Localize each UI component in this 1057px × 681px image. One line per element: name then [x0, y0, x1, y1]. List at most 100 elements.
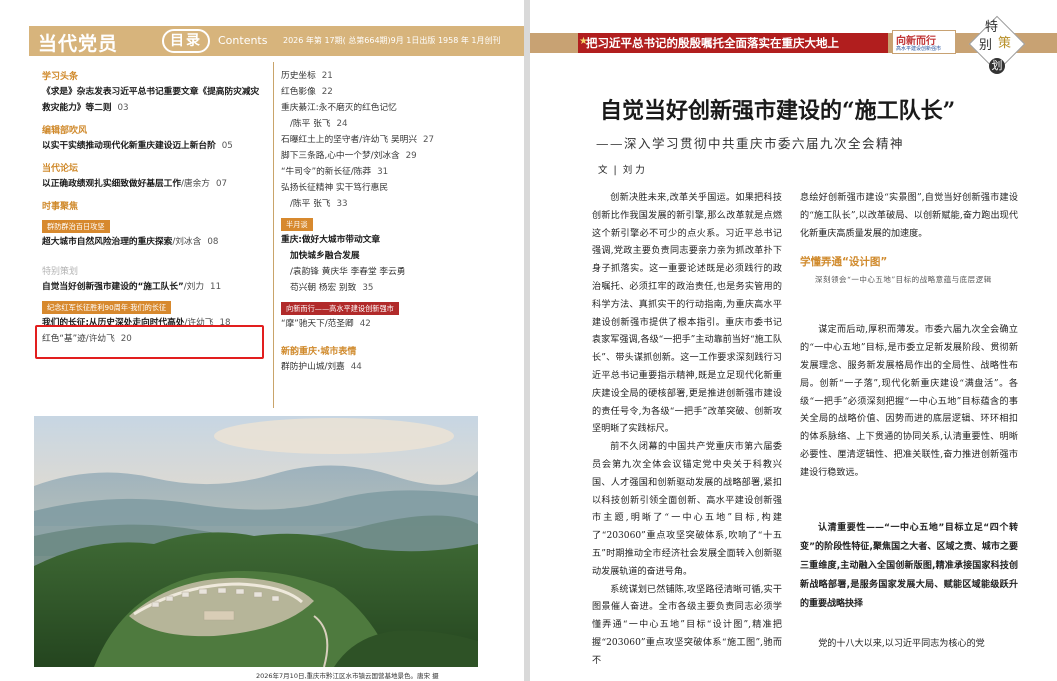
entry-author: /刘力 [183, 282, 205, 292]
entry-page: 35 [362, 283, 374, 293]
seal-char: 别 [979, 38, 993, 53]
article-page: ★ 把习近平总书记的殷殷嘱托全面落实在重庆大地上 向新而行 高水平建设创新强市 … [530, 0, 1057, 681]
entry-title: 群防护山城/刘嘉 [281, 362, 345, 372]
subsection-note: 深刻领会“一中心五地”目标的战略意蕴与底层逻辑 [815, 275, 992, 285]
toc-entry[interactable]: “牛司令”的新长征/陈莽 31 [281, 164, 516, 180]
toc-left-column: 学习头条 《求是》杂志发表习近平总书记重要文章《提高防灾减灾救灾能力》等二则 03… [42, 62, 264, 347]
topic-tag: 向新而行——高水平建设创新强市 [281, 302, 399, 315]
seal-char: 划 [989, 58, 1005, 74]
highlight-box [35, 325, 264, 359]
entry-page: 08 [207, 237, 219, 247]
seal-char: 策 [998, 36, 1012, 51]
landscape-photo [34, 416, 478, 667]
toc-entry[interactable]: 石曝红土上的坚守者/许幼飞 吴明兴 27 [281, 132, 516, 148]
entry-title: “摩”驰天下/范圣卿 [281, 319, 354, 329]
toc-entry[interactable]: 超大城市自然风险治理的重庆探索/刘冰含 08 [42, 234, 264, 250]
paragraph: 系统谋划已然铺陈,攻坚路径清晰可循,实干图景催人奋进。全市各级主要负责同志必须学… [592, 584, 782, 666]
toc-right-column: 历史坐标 21 红色影像 22 重庆綦江:永不磨灭的红色记忆 /陈平 张飞 24 石曝… [281, 68, 516, 375]
contents-label: Contents [218, 34, 268, 47]
toc-entry[interactable]: 群防护山城/刘嘉 44 [281, 359, 516, 375]
bold-lead-paragraph: 认清重要性——“一中心五地”目标立足“四个转变”的阶段性特征,聚焦国之大者、区域… [800, 522, 1018, 609]
logo-subtitle: 高水平建设创新强市 [896, 46, 942, 52]
issue-info: 2026 年第 17期( 总第664期)9月 1日出版 1958 年 1月创刊 [283, 36, 501, 45]
table-of-contents-page: 当代党员 目录 Contents 2026 年第 17期( 总第664期)9月 … [0, 0, 524, 681]
special-feature-seal: 特 别 策 划 [968, 14, 1029, 78]
section-title: 编辑部吹风 [42, 126, 88, 136]
entry-title: 重庆:做好大城市带动文章 [281, 235, 381, 245]
photo-caption: 2026年7月10日,重庆市黔江区水市镇云国营基地景色。唐宋 摄 [256, 672, 439, 680]
entry-title: 石曝红土上的坚守者/许幼飞 吴明兴 [281, 135, 418, 145]
entry-author: /陈平 张飞 [290, 119, 331, 129]
entry-title: 红色影像 [281, 87, 316, 97]
topic-tag: 群防群治百日攻坚 [42, 220, 110, 233]
toc-entry[interactable]: /陈平 张飞 33 [281, 196, 516, 212]
byline-author: 刘 力 [622, 165, 645, 176]
entry-title: 以实干实绩推动现代化新重庆建设迈上新台阶 [42, 141, 216, 151]
byline-label: 文 [598, 165, 608, 176]
entry-author: /唐余方 [181, 179, 210, 189]
column-divider [273, 62, 274, 408]
toc-entry[interactable]: 弘扬长征精神 实干笃行惠民 [281, 180, 516, 196]
column-logo: 向新而行 高水平建设创新强市 [892, 30, 956, 54]
byline-separator: | [613, 165, 617, 176]
paragraph: 创新决胜未来,改革关乎国运。如果把科技创新比作我国发展的新引擎,那么改革就是点燃… [592, 193, 782, 435]
article-subhead: ——深入学习贯彻中共重庆市委六届九次全会精神 [596, 136, 905, 151]
toc-entry[interactable]: 《求是》杂志发表习近平总书记重要文章《提高防灾减灾救灾能力》等二则 03 [42, 84, 264, 116]
entry-author: /袁韵锋 黄庆华 李春堂 李云勇 [290, 267, 406, 277]
section-title: 特别策划 [42, 267, 79, 277]
toc-entry-highlighted[interactable]: 自觉当好创新强市建设的“施工队长”/刘力 11 [42, 279, 264, 295]
toc-entry[interactable]: “摩”驰天下/范圣卿 42 [281, 316, 516, 332]
entry-title: 自觉当好创新强市建设的“施工队长” [42, 282, 184, 292]
paragraph: 谋定而后动,厚积而薄发。市委六届九次全会确立的“一中心五地”目标,是市委立足新发… [800, 325, 1018, 478]
entry-page: 22 [321, 87, 333, 97]
toc-entry[interactable]: /陈平 张飞 24 [281, 116, 516, 132]
section-title: 新韵重庆·城市表情 [281, 347, 357, 357]
entry-page: 05 [221, 141, 233, 151]
entry-title: “牛司令”的新长征/陈莽 [281, 167, 372, 177]
entry-title: 超大城市自然风险治理的重庆探索 [42, 237, 173, 247]
toc-entry[interactable]: 以实干实绩推动现代化新重庆建设迈上新台阶 05 [42, 138, 264, 154]
entry-title: 加快城乡融合发展 [290, 251, 360, 261]
entry-page: 03 [117, 103, 129, 113]
toc-entry[interactable]: 加快城乡融合发展 [281, 248, 516, 264]
entry-author: /陈平 张飞 [290, 199, 331, 209]
entry-page: 44 [350, 362, 362, 372]
paragraph: 息绘好创新强市建设“实景图”,自觉当好创新强市建设的“施工队长”,以改革破局、以… [800, 193, 1018, 239]
entry-page: 42 [359, 319, 371, 329]
article-headline: 自觉当好创新强市建设的“施工队长” [600, 98, 956, 124]
entry-page: 31 [377, 167, 389, 177]
subsection-heading: 学懂弄通“设计图” [800, 256, 888, 269]
topic-tag: 纪念红军长征胜利90周年·我们的长征 [42, 301, 172, 314]
toc-entry[interactable]: 重庆綦江:永不磨灭的红色记忆 [281, 100, 516, 116]
entry-author: 苟兴朝 杨宏 别致 [290, 283, 357, 293]
entry-page: 24 [336, 119, 348, 129]
toc-entry[interactable]: 重庆:做好大城市带动文章 [281, 232, 516, 248]
landscape-photo-svg [34, 416, 478, 667]
entry-title: 弘扬长征精神 实干笃行惠民 [281, 183, 389, 193]
entry-title: 重庆綦江:永不磨灭的红色记忆 [281, 103, 397, 113]
magazine-title: 当代党员 [38, 33, 119, 55]
article-column-2: 息绘好创新强市建设“实景图”,自觉当好创新强市建设的“施工队长”,以改革破局、以… [800, 190, 1018, 653]
toc-entry[interactable]: 苟兴朝 杨宏 别致 35 [281, 280, 516, 296]
toc-entry[interactable]: 红色影像 22 [281, 84, 516, 100]
entry-title: 脚下三条路,心中一个梦/刘冰含 [281, 151, 400, 161]
banner-text: 把习近平总书记的殷殷嘱托全面落实在重庆大地上 [586, 36, 839, 50]
byline: 文 | 刘 力 [598, 162, 651, 176]
toc-header: 当代党员 目录 Contents 2026 年第 17期( 总第664期)9月 … [29, 26, 524, 56]
entry-title: 《求是》杂志发表习近平总书记重要文章《提高防灾减灾救灾能力》等二则 [42, 87, 260, 113]
entry-page: 21 [321, 71, 333, 81]
entry-page: 11 [210, 282, 222, 292]
paragraph: 党的十八大以来,以习近平同志为核心的党 [818, 638, 985, 649]
entry-author: /刘冰含 [172, 237, 202, 247]
mulu-badge: 目录 [162, 29, 210, 53]
toc-entry[interactable]: 脚下三条路,心中一个梦/刘冰含 29 [281, 148, 516, 164]
article-column-1: 创新决胜未来,改革关乎国运。如果把科技创新比作我国发展的新引擎,那么改革就是点燃… [592, 190, 782, 671]
toc-entry[interactable]: 历史坐标 21 [281, 68, 516, 84]
entry-page: 29 [405, 151, 417, 161]
toc-entry[interactable]: /袁韵锋 黄庆华 李春堂 李云勇 [281, 264, 516, 280]
entry-page: 07 [216, 179, 228, 189]
toc-entry[interactable]: 以正确政绩观扎实细致做好基层工作/唐余方 07 [42, 176, 264, 192]
section-title: 当代论坛 [42, 164, 79, 174]
entry-page: 33 [336, 199, 348, 209]
entry-title: 历史坐标 [281, 71, 316, 81]
